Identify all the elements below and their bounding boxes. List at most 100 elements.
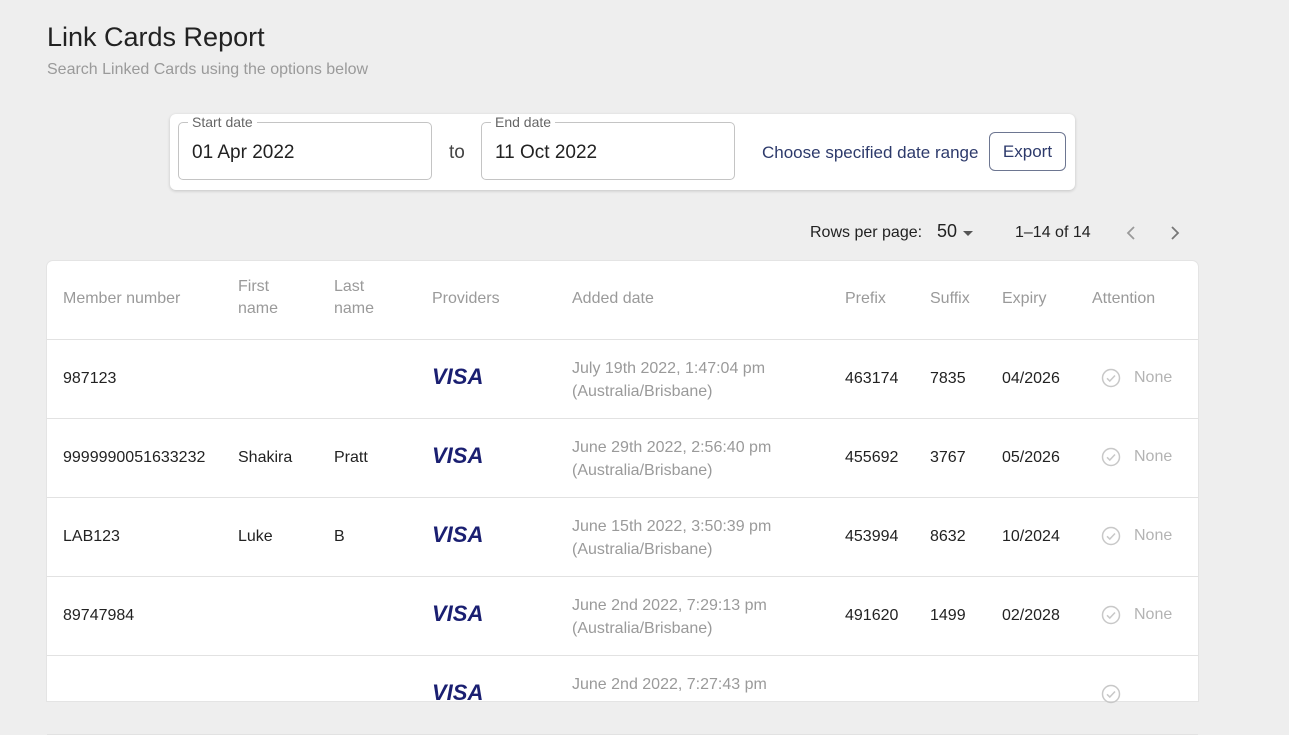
date-filter-card: Start date 01 Apr 2022 to End date 11 Oc… — [170, 114, 1075, 190]
member-number-cell: LAB123 — [63, 528, 120, 545]
added-date-cell: July 19th 2022, 1:47:04 pm (Australia/Bri… — [572, 357, 765, 403]
check-circle-icon — [1101, 605, 1121, 625]
table-row[interactable]: LAB123 Luke B VISA June 15th 2022, 3:50:39 p… — [47, 498, 1198, 577]
attention-cell: None — [1101, 605, 1172, 625]
visa-logo-text: VISA — [432, 603, 483, 625]
first-name-cell: Luke — [238, 528, 273, 545]
member-number-cell: 89747984 — [63, 607, 135, 624]
added-date-line: July 19th 2022, 1:47:04 pm — [572, 360, 766, 377]
visa-logo-text: VISA — [432, 366, 483, 388]
column-suffix[interactable]: Suffix — [930, 288, 970, 310]
expiry-cell: 04/2026 — [1002, 370, 1060, 387]
visa-logo-icon: VISA — [432, 524, 483, 546]
visa-logo-icon: VISA — [432, 603, 483, 625]
suffix-cell: 3767 — [930, 449, 966, 466]
pagination-bar: Rows per page: 50 1–14 of 14 — [0, 219, 1289, 247]
last-name-cell: Pratt — [334, 449, 368, 466]
column-last-name[interactable]: Last name — [334, 276, 374, 320]
suffix-cell: 8632 — [930, 528, 966, 545]
table-row[interactable]: 987123 VISA July 19th 2022, 1:47:04 pm (Aus… — [47, 340, 1198, 419]
added-date-line: June 15th 2022, 3:50:39 pm — [572, 518, 772, 535]
choose-date-range-link[interactable]: Choose specified date range — [762, 143, 978, 163]
column-first-name-line2: name — [238, 300, 279, 317]
column-first-name-line1: First — [238, 278, 270, 295]
column-last-name-line1: Last — [334, 278, 365, 295]
expiry-cell: 05/2026 — [1002, 449, 1060, 466]
linked-cards-table: Member number First name Last name Provi… — [47, 261, 1198, 735]
column-added-date[interactable]: Added date — [572, 288, 654, 310]
visa-logo-text: VISA — [432, 524, 483, 546]
added-date-cell: June 29th 2022, 2:56:40 pm (Australia/Bri… — [572, 436, 771, 482]
member-number-cell: 987123 — [63, 370, 117, 387]
column-providers[interactable]: Providers — [432, 288, 500, 310]
end-date-field[interactable]: End date 11 Oct 2022 — [481, 114, 735, 180]
export-button[interactable]: Export — [989, 132, 1066, 171]
start-date-value[interactable]: 01 Apr 2022 — [192, 142, 294, 164]
attention-cell — [1101, 684, 1134, 704]
attention-status: None — [1134, 369, 1173, 386]
last-name-cell: B — [334, 528, 345, 545]
column-attention[interactable]: Attention — [1092, 288, 1155, 310]
check-circle-icon — [1101, 447, 1121, 467]
page-range-text: 1–14 of 14 — [1015, 224, 1091, 241]
added-date-timezone: (Australia/Brisbane) — [572, 541, 713, 558]
added-date-line: June 2nd 2022, 7:29:13 pm — [572, 597, 767, 614]
first-name-cell: Shakira — [238, 449, 293, 466]
end-date-label: End date — [491, 114, 556, 130]
start-date-field[interactable]: Start date 01 Apr 2022 — [178, 114, 432, 180]
added-date-timezone: (Australia/Brisbane) — [572, 383, 713, 400]
expiry-cell: 02/2028 — [1002, 607, 1060, 624]
visa-logo-icon: VISA — [432, 366, 483, 388]
attention-cell: None — [1101, 368, 1172, 388]
visa-logo-text: VISA — [432, 445, 483, 467]
check-circle-icon — [1101, 526, 1121, 546]
added-date-timezone: (Australia/Brisbane) — [572, 620, 713, 637]
table-row[interactable]: VISA June 2nd 2022, 7:27:43 pm — [47, 656, 1198, 735]
page-subtitle: Search Linked Cards using the options be… — [47, 61, 369, 78]
next-page-button[interactable] — [1163, 221, 1187, 245]
added-date-line: June 2nd 2022, 7:27:43 pm — [572, 676, 767, 693]
attention-cell: None — [1101, 526, 1172, 546]
attention-status: None — [1134, 527, 1173, 544]
rows-per-page-label: Rows per page: — [810, 224, 923, 241]
prefix-cell: 453994 — [845, 528, 899, 545]
column-expiry[interactable]: Expiry — [1002, 288, 1046, 310]
caret-down-icon — [963, 230, 974, 236]
check-circle-icon — [1101, 368, 1121, 388]
table-row[interactable]: 89747984 VISA June 2nd 2022, 7:29:13 pm (Au… — [47, 577, 1198, 656]
suffix-cell: 7835 — [930, 370, 966, 387]
rows-per-page-value: 50 — [937, 221, 958, 241]
column-first-name[interactable]: First name — [238, 276, 278, 320]
previous-page-button[interactable] — [1119, 221, 1143, 245]
added-date-cell: June 2nd 2022, 7:29:13 pm (Australia/Bris… — [572, 594, 767, 640]
prefix-cell: 455692 — [845, 449, 899, 466]
rows-per-page-select[interactable]: 50 — [937, 221, 974, 242]
attention-status: None — [1134, 606, 1173, 623]
check-circle-icon — [1101, 684, 1121, 704]
page-title: Link Cards Report — [47, 22, 265, 52]
attention-cell: None — [1101, 447, 1172, 467]
attention-status: None — [1134, 448, 1173, 465]
visa-logo-text: VISA — [432, 682, 483, 704]
table-header: Member number First name Last name Provi… — [47, 261, 1198, 340]
added-date-line: June 29th 2022, 2:56:40 pm — [572, 439, 772, 456]
end-date-value[interactable]: 11 Oct 2022 — [495, 142, 597, 164]
chevron-left-icon — [1126, 226, 1135, 240]
table-row[interactable]: 9999990051633232 Shakira Pratt VISA June 29t… — [47, 419, 1198, 498]
prefix-cell: 463174 — [845, 370, 899, 387]
column-member-number[interactable]: Member number — [63, 288, 180, 310]
start-date-label: Start date — [188, 114, 257, 130]
chevron-right-icon — [1171, 226, 1180, 240]
member-number-cell: 9999990051633232 — [63, 449, 206, 466]
visa-logo-icon: VISA — [432, 682, 483, 704]
added-date-cell: June 15th 2022, 3:50:39 pm (Australia/Bri… — [572, 515, 771, 561]
suffix-cell: 1499 — [930, 607, 966, 624]
expiry-cell: 10/2024 — [1002, 528, 1060, 545]
visa-logo-icon: VISA — [432, 445, 483, 467]
added-date-cell: June 2nd 2022, 7:27:43 pm — [572, 673, 767, 696]
column-prefix[interactable]: Prefix — [845, 288, 886, 310]
added-date-timezone: (Australia/Brisbane) — [572, 462, 713, 479]
prefix-cell: 491620 — [845, 607, 899, 624]
to-label: to — [449, 142, 465, 163]
column-last-name-line2: name — [334, 300, 375, 317]
